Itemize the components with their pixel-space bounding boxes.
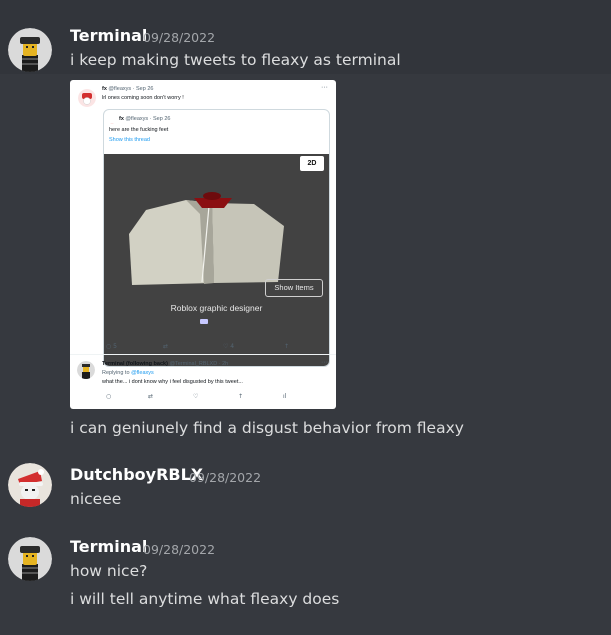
show-items-button: Show Items	[265, 279, 323, 297]
reply-author: Terminal (following back)	[102, 361, 168, 367]
message-timestamp: 09/28/2022	[143, 30, 216, 45]
tweet-divider	[70, 354, 336, 355]
retweet-icon: ⇄	[163, 343, 169, 350]
reply-count: 5	[113, 343, 117, 350]
dutchboy-avatar[interactable]	[8, 463, 52, 507]
message-text: niceee	[70, 490, 122, 508]
terminal-avatar[interactable]	[8, 537, 52, 581]
reply-menu-icon: ···	[321, 359, 328, 366]
message-text: i keep making tweets to fleaxy as termin…	[70, 51, 401, 69]
reply-count-icon: ○ 5	[106, 343, 117, 350]
like-count-icon: ♡ 4	[223, 343, 235, 350]
reply-handle: @Terminal_RBLXD · 2h	[169, 361, 229, 367]
quoted-author: fx	[119, 116, 124, 122]
reply-text: what the... i dont know why i feel disgu…	[102, 379, 243, 385]
reply-avatar	[77, 361, 95, 379]
reply-retweet-icon: ⇄	[148, 393, 154, 400]
replying-to-label: Replying to	[102, 370, 130, 376]
tweet-text: lrl ones coming soon don't worry !	[102, 95, 184, 101]
designer-caption: Roblox graphic designer	[170, 303, 263, 313]
message-text: i will tell anytime what fleaxy does	[70, 590, 340, 608]
shirt-render-icon	[129, 192, 284, 285]
roblox-render-image: 2D Show Items Roblox graphic designer	[104, 154, 329, 366]
tweet-menu-icon: ···	[321, 84, 328, 91]
reply-like-icon: ♡	[193, 393, 199, 400]
quoted-avatar	[108, 116, 116, 124]
terminal-avatar[interactable]	[8, 28, 52, 72]
tweet-avatar	[78, 89, 96, 107]
reply-reply-icon: ○	[106, 393, 112, 400]
tweet-author: fx	[102, 86, 107, 92]
reply-share-icon: ↑	[238, 393, 244, 400]
message-timestamp: 09/28/2022	[143, 542, 216, 557]
reply-analytics-icon: ıl	[283, 393, 287, 400]
message-username[interactable]: DutchboyRBLX	[70, 465, 203, 484]
tweet-handle: @fleaxys · Sep 26	[108, 86, 154, 92]
message-timestamp: 09/28/2022	[189, 470, 262, 485]
like-count: 4	[230, 343, 235, 350]
image-attachment[interactable]: fx @fleaxys · Sep 26 ··· lrl ones coming…	[70, 80, 336, 409]
quoted-tweet: fx @fleaxys · Sep 26 here are the fuckin…	[103, 109, 330, 367]
show-thread-link: Show this thread	[109, 137, 150, 143]
replying-to-handle: @fleaxys	[131, 370, 154, 376]
message-text: i can geniunely find a disgust behavior …	[70, 419, 464, 437]
quoted-handle: @fleaxys · Sep 26	[125, 116, 171, 122]
top-divider	[0, 0, 611, 22]
message-text: how nice?	[70, 562, 148, 580]
share-icon: ↑	[284, 343, 290, 350]
quoted-text: here are the fucking feet	[109, 127, 169, 133]
message-username[interactable]: Terminal	[70, 537, 147, 556]
message-username[interactable]: Terminal	[70, 26, 147, 45]
small-flag-icon	[200, 319, 208, 324]
